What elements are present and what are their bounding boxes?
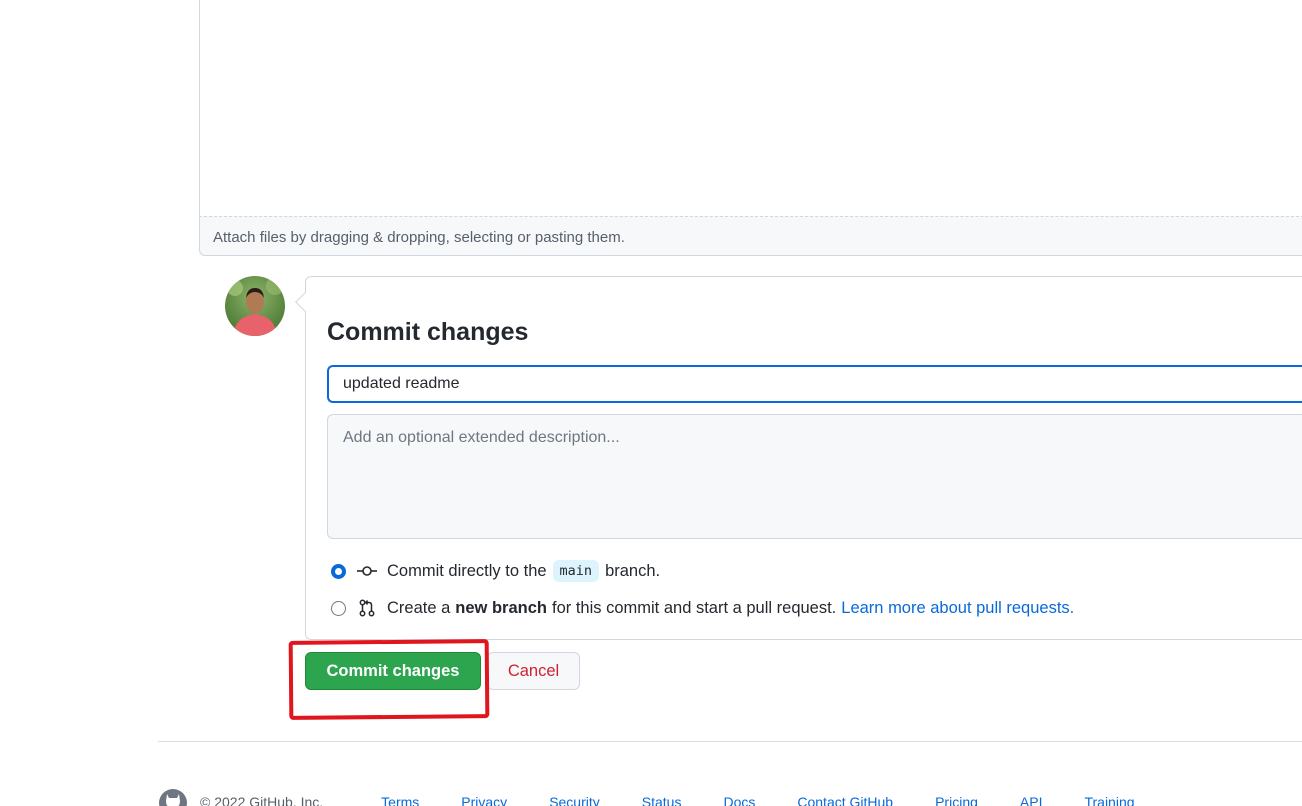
commit-summary-input[interactable] [327, 365, 1302, 403]
footer-link-api[interactable]: API [1020, 794, 1043, 806]
new-branch-prefix: Create a [387, 598, 451, 617]
footer-link-training[interactable]: Training [1084, 794, 1134, 806]
github-logo-icon[interactable] [158, 788, 188, 806]
footer-link-docs[interactable]: Docs [723, 794, 755, 806]
user-photo-icon [227, 277, 284, 336]
footer-link-contact[interactable]: Contact GitHub [797, 794, 893, 806]
commit-changes-button[interactable]: Commit changes [305, 652, 481, 690]
attach-files-bar[interactable]: Attach files by dragging & dropping, sel… [199, 216, 1302, 256]
commit-form: Commit changes Commit directly to the ma… [295, 276, 1302, 640]
footer-links: Terms Privacy Security Status Docs Conta… [381, 794, 1176, 806]
commit-description-field[interactable] [327, 414, 1302, 539]
footer-copyright: © 2022 GitHub, Inc. [200, 794, 324, 806]
commit-form-caret [295, 292, 315, 312]
page: Attach files by dragging & dropping, sel… [0, 0, 1302, 806]
new-branch-suffix: for this commit and start a pull request… [551, 598, 837, 617]
file-editor-content[interactable] [199, 0, 1302, 218]
commit-direct-label: Commit directly to the [387, 561, 547, 580]
footer-link-pricing[interactable]: Pricing [935, 794, 978, 806]
attach-files-hint: Attach files by dragging & dropping, sel… [213, 229, 625, 246]
learn-more-pull-requests-link[interactable]: Learn more about pull requests. [841, 599, 1074, 618]
footer: © 2022 GitHub, Inc. Terms Privacy Securi… [158, 789, 1302, 806]
footer-link-terms[interactable]: Terms [381, 794, 419, 806]
footer-link-privacy[interactable]: Privacy [461, 794, 507, 806]
cancel-button[interactable]: Cancel [487, 652, 580, 690]
footer-link-security[interactable]: Security [549, 794, 600, 806]
commit-direct-suffix: branch. [605, 561, 661, 580]
new-branch-emphasis: new branch [455, 598, 547, 617]
commit-title: Commit changes [327, 318, 529, 346]
git-pull-request-icon [356, 598, 378, 618]
footer-divider [158, 741, 1302, 742]
branch-name-chip: main [552, 560, 600, 582]
git-commit-icon [356, 561, 378, 581]
new-branch-radio[interactable] [331, 600, 346, 616]
footer-link-status[interactable]: Status [642, 794, 682, 806]
commit-direct-radio[interactable] [331, 563, 346, 579]
new-branch-option[interactable]: Create a new branch for this commit and … [331, 596, 1074, 620]
avatar [225, 276, 285, 336]
commit-direct-option[interactable]: Commit directly to the main branch. [331, 559, 660, 583]
